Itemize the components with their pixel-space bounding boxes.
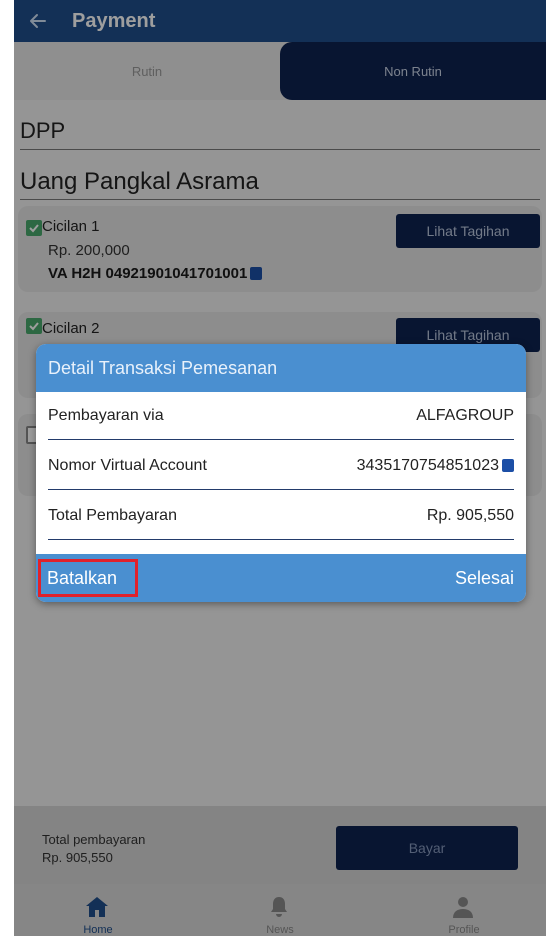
dialog-title: Detail Transaksi Pemesanan	[36, 344, 526, 392]
batalkan-button[interactable]: Batalkan	[38, 559, 138, 597]
dialog-row: Total Pembayaran Rp. 905,550	[48, 492, 514, 540]
dialog-footer: Batalkan Selesai	[36, 554, 526, 602]
row-label: Nomor Virtual Account	[48, 456, 207, 474]
selesai-button[interactable]: Selesai	[455, 554, 514, 602]
virtual-account-number: 3435170754851023	[356, 456, 499, 474]
transaction-dialog: Detail Transaksi Pemesanan Pembayaran vi…	[36, 344, 526, 602]
row-label: Pembayaran via	[48, 406, 164, 424]
copy-icon[interactable]	[499, 459, 514, 474]
app-screen: Payment Rutin Non Rutin DPP Uang Pangkal…	[14, 0, 546, 936]
dialog-row: Nomor Virtual Account 3435170754851023	[48, 442, 514, 490]
row-value: Rp. 905,550	[426, 506, 514, 524]
row-value: ALFAGROUP	[416, 406, 514, 424]
row-value: 3435170754851023	[357, 457, 514, 475]
row-label: Total Pembayaran	[48, 506, 177, 524]
dialog-row: Pembayaran via ALFAGROUP	[48, 392, 514, 440]
